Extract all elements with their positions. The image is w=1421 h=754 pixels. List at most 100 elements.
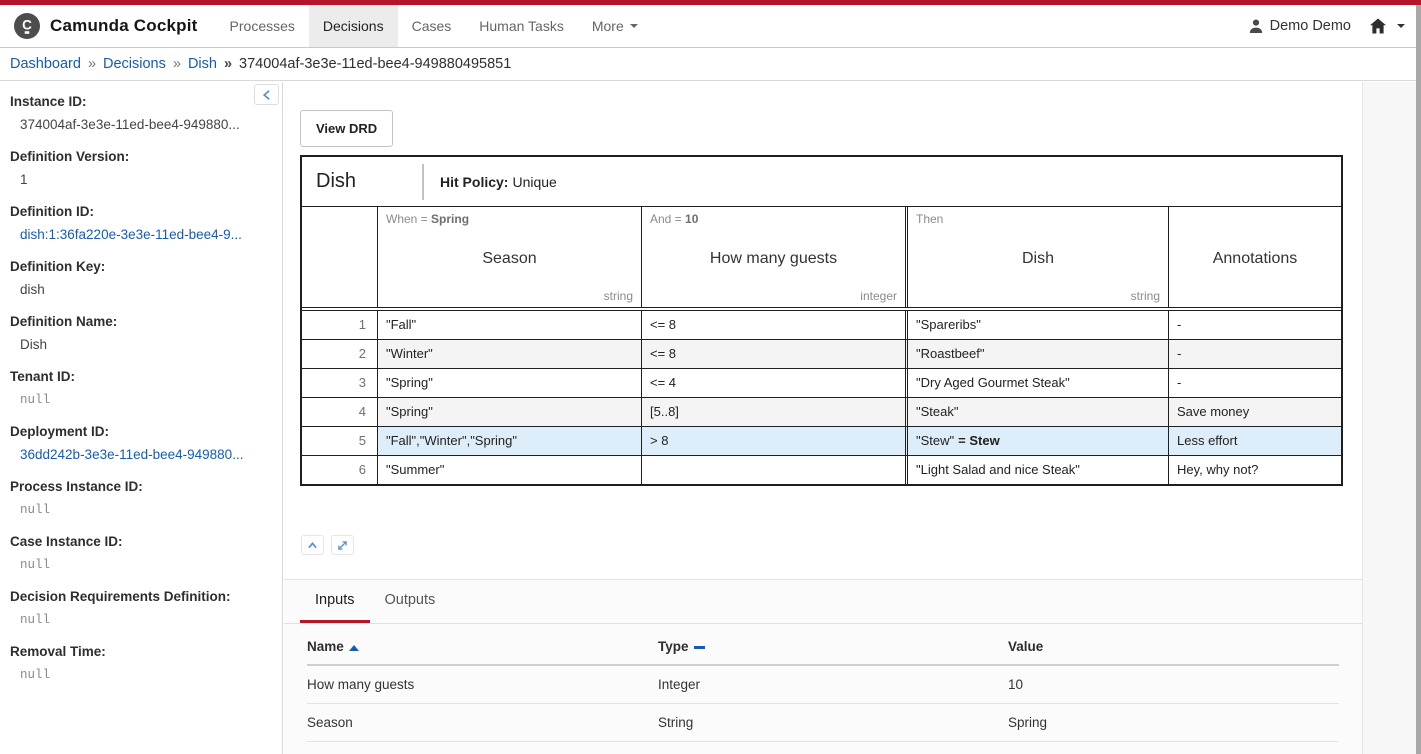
breadcrumb-separator: » (173, 56, 181, 72)
column-name: Season (378, 250, 641, 268)
rule-dish: "Stew"= Stew (905, 427, 1168, 455)
nav-more-label: More (592, 18, 624, 34)
input-type: String (658, 704, 1008, 742)
breadcrumb-separator: » (88, 56, 96, 72)
column-header-label: Name (307, 639, 344, 654)
deployment-id-link[interactable]: 36dd242b-3e3e-11ed-bee4-949880... (10, 446, 266, 464)
field-value: dish (10, 281, 266, 299)
user-menu[interactable]: Demo Demo (1248, 18, 1351, 34)
sort-none-icon (694, 646, 705, 649)
rule-dish: "Spareribs" (905, 311, 1168, 339)
field-value: null (10, 501, 266, 519)
breadcrumb: Dashboard » Decisions » Dish » 374004af-… (0, 48, 1421, 81)
column-header-value: Value (1008, 624, 1339, 665)
rule-annotation: - (1168, 311, 1341, 339)
column-name: How many guests (642, 250, 905, 268)
rule-number: 5 (302, 427, 377, 455)
column-type: integer (860, 289, 897, 303)
field-definition-name: Definition Name: Dish (10, 312, 266, 354)
breadcrumb-separator: » (224, 56, 232, 72)
column-header-name[interactable]: Name (307, 624, 658, 665)
dmn-rules: 1 "Fall" <= 8 "Spareribs" - 2 "Winter" <… (302, 310, 1341, 484)
camunda-logo-icon: C (14, 13, 40, 39)
field-label: Decision Requirements Definition: (10, 587, 266, 606)
dmn-rule-row: 1 "Fall" <= 8 "Spareribs" - (302, 311, 1341, 339)
input-name: Season (307, 704, 658, 742)
column-name: Annotations (1169, 250, 1341, 268)
right-gutter (1362, 82, 1421, 754)
tab-inputs[interactable]: Inputs (300, 580, 370, 623)
nav-processes[interactable]: Processes (216, 5, 309, 47)
input-type: Integer (658, 665, 1008, 704)
inputs-table-header-row: Name Type Value (307, 624, 1339, 665)
app-header: C Camunda Cockpit Processes Decisions Ca… (0, 5, 1421, 48)
input-clause: And = 10 (650, 212, 698, 226)
panel-controls (301, 535, 354, 555)
svg-text:C: C (22, 18, 32, 33)
user-icon (1248, 18, 1264, 34)
nav-decisions[interactable]: Decisions (309, 5, 398, 47)
column-header-label: Type (658, 639, 689, 654)
panel-collapse-button[interactable] (301, 535, 324, 555)
rule-dish: "Roastbeef" (905, 340, 1168, 368)
dmn-rule-number-header (302, 207, 377, 307)
rule-dish: "Steak" (905, 398, 1168, 426)
vertical-scrollbar[interactable] (1416, 5, 1421, 754)
dmn-annotations-header: Annotations (1168, 207, 1341, 307)
rule-annotation: Hey, why not? (1168, 456, 1341, 484)
rule-number: 3 (302, 369, 377, 397)
nav-more[interactable]: More (578, 5, 652, 47)
rule-number: 2 (302, 340, 377, 368)
sort-ascending-icon (349, 645, 359, 651)
view-drd-button[interactable]: View DRD (300, 110, 393, 147)
dmn-output-header-dish: Then Dish string (905, 207, 1168, 307)
field-label: Case Instance ID: (10, 532, 266, 551)
home-menu[interactable] (1369, 18, 1405, 34)
caret-down-icon (630, 24, 638, 28)
rule-guests: <= 4 (641, 369, 905, 397)
panel-expand-button[interactable] (331, 535, 354, 555)
field-definition-version: Definition Version: 1 (10, 147, 266, 189)
rule-annotation: Less effort (1168, 427, 1341, 455)
rule-guests: <= 8 (641, 311, 905, 339)
decision-name: Dish (316, 170, 422, 193)
breadcrumb-decisions[interactable]: Decisions (103, 56, 166, 72)
field-label: Process Instance ID: (10, 477, 266, 496)
field-value: Dish (10, 336, 266, 354)
rule-dish: "Dry Aged Gourmet Steak" (905, 369, 1168, 397)
rule-annotation: Save money (1168, 398, 1341, 426)
rule-annotation: - (1168, 369, 1341, 397)
instance-details-sidebar: Instance ID: 374004af-3e3e-11ed-bee4-949… (0, 82, 283, 754)
nav-human-tasks[interactable]: Human Tasks (465, 5, 578, 47)
field-decision-requirements-definition: Decision Requirements Definition: null (10, 587, 266, 629)
definition-id-link[interactable]: dish:1:36fa220e-3e3e-11ed-bee4-9... (10, 226, 266, 244)
field-value: 374004af-3e3e-11ed-bee4-949880... (10, 116, 266, 134)
dmn-rule-row: 2 "Winter" <= 8 "Roastbeef" - (302, 339, 1341, 368)
column-header-type[interactable]: Type (658, 624, 1008, 665)
field-label: Removal Time: (10, 642, 266, 661)
dmn-input-header-guests: And = 10 How many guests integer (641, 207, 905, 307)
rule-season: "Fall" (377, 311, 641, 339)
field-tenant-id: Tenant ID: null (10, 367, 266, 409)
brand[interactable]: C Camunda Cockpit (0, 5, 216, 47)
field-value: null (10, 666, 266, 684)
field-definition-id: Definition ID: dish:1:36fa220e-3e3e-11ed… (10, 202, 266, 244)
chevron-left-icon (260, 88, 274, 102)
io-tabs: Inputs Outputs (284, 580, 1362, 624)
field-label: Definition ID: (10, 202, 266, 221)
breadcrumb-dish[interactable]: Dish (188, 56, 217, 72)
dmn-rule-row: 4 "Spring" [5..8] "Steak" Save money (302, 397, 1341, 426)
input-clause: When = Spring (386, 212, 469, 226)
rule-annotation: - (1168, 340, 1341, 368)
nav-cases[interactable]: Cases (398, 5, 466, 47)
field-removal-time: Removal Time: null (10, 642, 266, 684)
field-label: Instance ID: (10, 92, 266, 111)
field-value: null (10, 611, 266, 629)
breadcrumb-current-id: 374004af-3e3e-11ed-bee4-949880495851 (239, 56, 511, 72)
sidebar-collapse-button[interactable] (254, 84, 279, 105)
tab-outputs[interactable]: Outputs (370, 580, 451, 623)
breadcrumb-dashboard[interactable]: Dashboard (10, 56, 81, 72)
field-label: Definition Name: (10, 312, 266, 331)
inputs-table: Name Type Value How many guests Integer … (307, 624, 1339, 742)
rule-season: "Spring" (377, 369, 641, 397)
